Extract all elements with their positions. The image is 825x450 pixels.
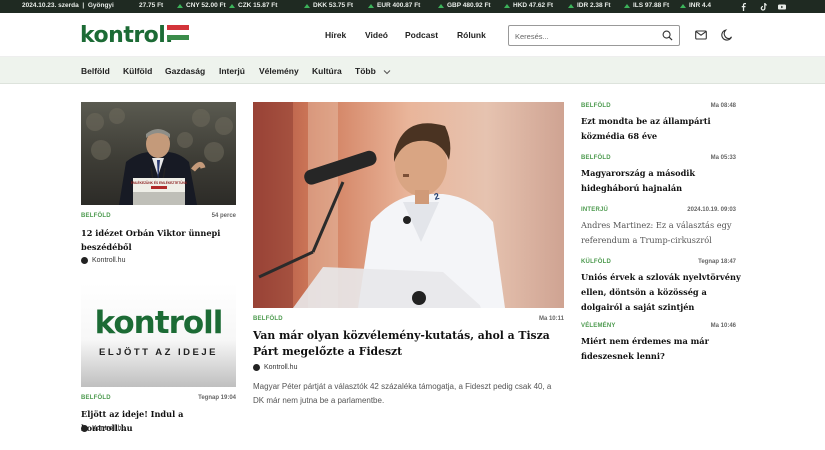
search-input[interactable]	[515, 27, 655, 46]
author-name: Kontroll.hu	[92, 425, 126, 432]
article-time: Tegnap 18:47	[698, 259, 736, 265]
nav-link-video[interactable]: Videó	[365, 13, 388, 57]
article-time: 2024.10.19. 09:03	[687, 207, 736, 213]
article-time: Tegnap 19:04	[198, 395, 236, 401]
tiktok-icon[interactable]	[759, 0, 767, 13]
article-category[interactable]: BELFÖLD	[81, 213, 111, 219]
category-kultura[interactable]: Kultúra	[312, 66, 342, 76]
category-tobb-label: Több	[355, 66, 376, 76]
currency-ticker-bar: 2024.10.23. szerda | Gyöngyi 27.75 Ft CN…	[0, 0, 825, 13]
article-time: Ma 05:33	[710, 155, 736, 161]
article-title[interactable]: 12 idézet Orbán Viktor ünnepi beszédéből	[81, 226, 236, 254]
ticker-currency: GBP 480.92 Ft	[438, 2, 491, 9]
article-category[interactable]: BELFÖLD	[581, 103, 611, 109]
up-arrow-icon	[438, 3, 444, 8]
author-name: Kontroll.hu	[92, 257, 126, 264]
ticker-date: 2024.10.23. szerda | Gyöngyi	[22, 2, 114, 9]
ticker-currency: CNY 52.00 Ft	[177, 2, 226, 9]
article-thumbnail[interactable]: EMLÉKEZÜNK ÉS EMLÉKEZTETÜNK	[81, 102, 236, 205]
nav-link-podcast[interactable]: Podcast	[405, 13, 438, 57]
author-name: Kontroll.hu	[264, 364, 298, 371]
site-header: kontroll Hírek Videó Podcast Rólunk	[0, 13, 825, 57]
speaker-photo: 2	[253, 102, 505, 308]
image-tagline: ELJÖTT AZ IDEJE	[99, 347, 218, 358]
speech-photo: EMLÉKEZÜNK ÉS EMLÉKEZTETÜNK	[86, 108, 233, 205]
up-arrow-icon	[624, 3, 630, 8]
ticker-currency: DKK 53.75 Ft	[304, 2, 353, 9]
ticker-currency: HKD 47.62 Ft	[504, 2, 553, 9]
up-arrow-icon	[229, 3, 235, 8]
ticker-currency: INR 4.4	[680, 2, 711, 9]
category-tobb[interactable]: Több	[355, 66, 391, 76]
search-icon[interactable]	[662, 30, 673, 41]
article-title[interactable]: Miért nem érdemes ma már fideszesnek len…	[581, 334, 741, 364]
youtube-icon[interactable]	[778, 0, 786, 13]
ticker-currency: CZK 15.87 Ft	[229, 2, 277, 9]
hungarian-flag-icon	[167, 25, 189, 40]
article-time: Ma 10:46	[710, 323, 736, 329]
article-author[interactable]: Kontroll.hu	[81, 425, 125, 432]
main-article-image[interactable]: 2	[253, 102, 564, 308]
site-logo[interactable]: kontroll	[80, 23, 173, 48]
ticker-currency: IDR 2.38 Ft	[568, 2, 611, 9]
article-title[interactable]: Andres Martinez: Ez a választás egy refe…	[581, 218, 741, 248]
category-interju[interactable]: Interjú	[219, 66, 245, 76]
nav-link-hirek[interactable]: Hírek	[325, 13, 346, 57]
main-article-title[interactable]: Van már olyan közvélemény-kutatás, ahol …	[253, 328, 564, 360]
article-category[interactable]: INTERJÚ	[581, 207, 608, 213]
up-arrow-icon	[504, 3, 510, 8]
kontroll-logo-image: kontroll	[94, 305, 224, 341]
article-author[interactable]: Kontroll.hu	[253, 364, 297, 371]
up-arrow-icon	[568, 3, 574, 8]
author-avatar-icon	[253, 364, 260, 371]
category-velemeny[interactable]: Vélemény	[259, 66, 299, 76]
up-arrow-icon	[368, 3, 374, 8]
article-title[interactable]: Magyarország a második hidegháború hajna…	[581, 166, 741, 196]
ticker-currency: 27.75 Ft	[139, 2, 164, 9]
article-title[interactable]: Uniós érvek a szlovák nyelvtörvény ellen…	[581, 270, 741, 315]
article-author[interactable]: Kontroll.hu	[81, 257, 125, 264]
nav-link-rolunk[interactable]: Rólunk	[457, 13, 486, 57]
article-title[interactable]: Ezt mondta be az állampárti közmédia 68 …	[581, 114, 741, 144]
search-box	[508, 25, 680, 46]
category-belfold[interactable]: Belföld	[81, 66, 110, 76]
chevron-down-icon	[383, 69, 391, 75]
author-avatar-icon	[81, 425, 88, 432]
article-category[interactable]: BELFÖLD	[581, 155, 611, 161]
category-nav: Belföld Külföld Gazdaság Interjú Vélemén…	[0, 57, 825, 84]
facebook-icon[interactable]	[740, 0, 748, 13]
article-time: Ma 08:48	[710, 103, 736, 109]
dark-mode-icon[interactable]	[721, 29, 733, 41]
mail-icon[interactable]	[695, 29, 707, 41]
article-category[interactable]: KÜLFÖLD	[581, 259, 611, 265]
article-category[interactable]: BELFÖLD	[81, 395, 111, 401]
up-arrow-icon	[680, 3, 686, 8]
podium-sign-text: EMLÉKEZÜNK ÉS EMLÉKEZTETÜNK	[131, 180, 188, 185]
article-category[interactable]: VÉLEMÉNY	[581, 323, 616, 329]
category-gazdasag[interactable]: Gazdaság	[165, 66, 205, 76]
up-arrow-icon	[177, 3, 183, 8]
up-arrow-icon	[304, 3, 310, 8]
article-time: 54 perce	[211, 213, 236, 219]
ticker-currency: ILS 97.88 Ft	[624, 2, 669, 9]
ticker-currency: EUR 400.87 Ft	[368, 2, 420, 9]
author-avatar-icon	[81, 257, 88, 264]
category-kulfold[interactable]: Külföld	[123, 66, 152, 76]
article-time: Ma 10:11	[538, 316, 564, 322]
article-thumbnail[interactable]: kontroll ELJÖTT AZ IDEJE	[81, 283, 236, 387]
main-article-excerpt: Magyar Péter pártját a választók 42 száz…	[253, 382, 552, 405]
article-category[interactable]: BELFÖLD	[253, 316, 283, 322]
